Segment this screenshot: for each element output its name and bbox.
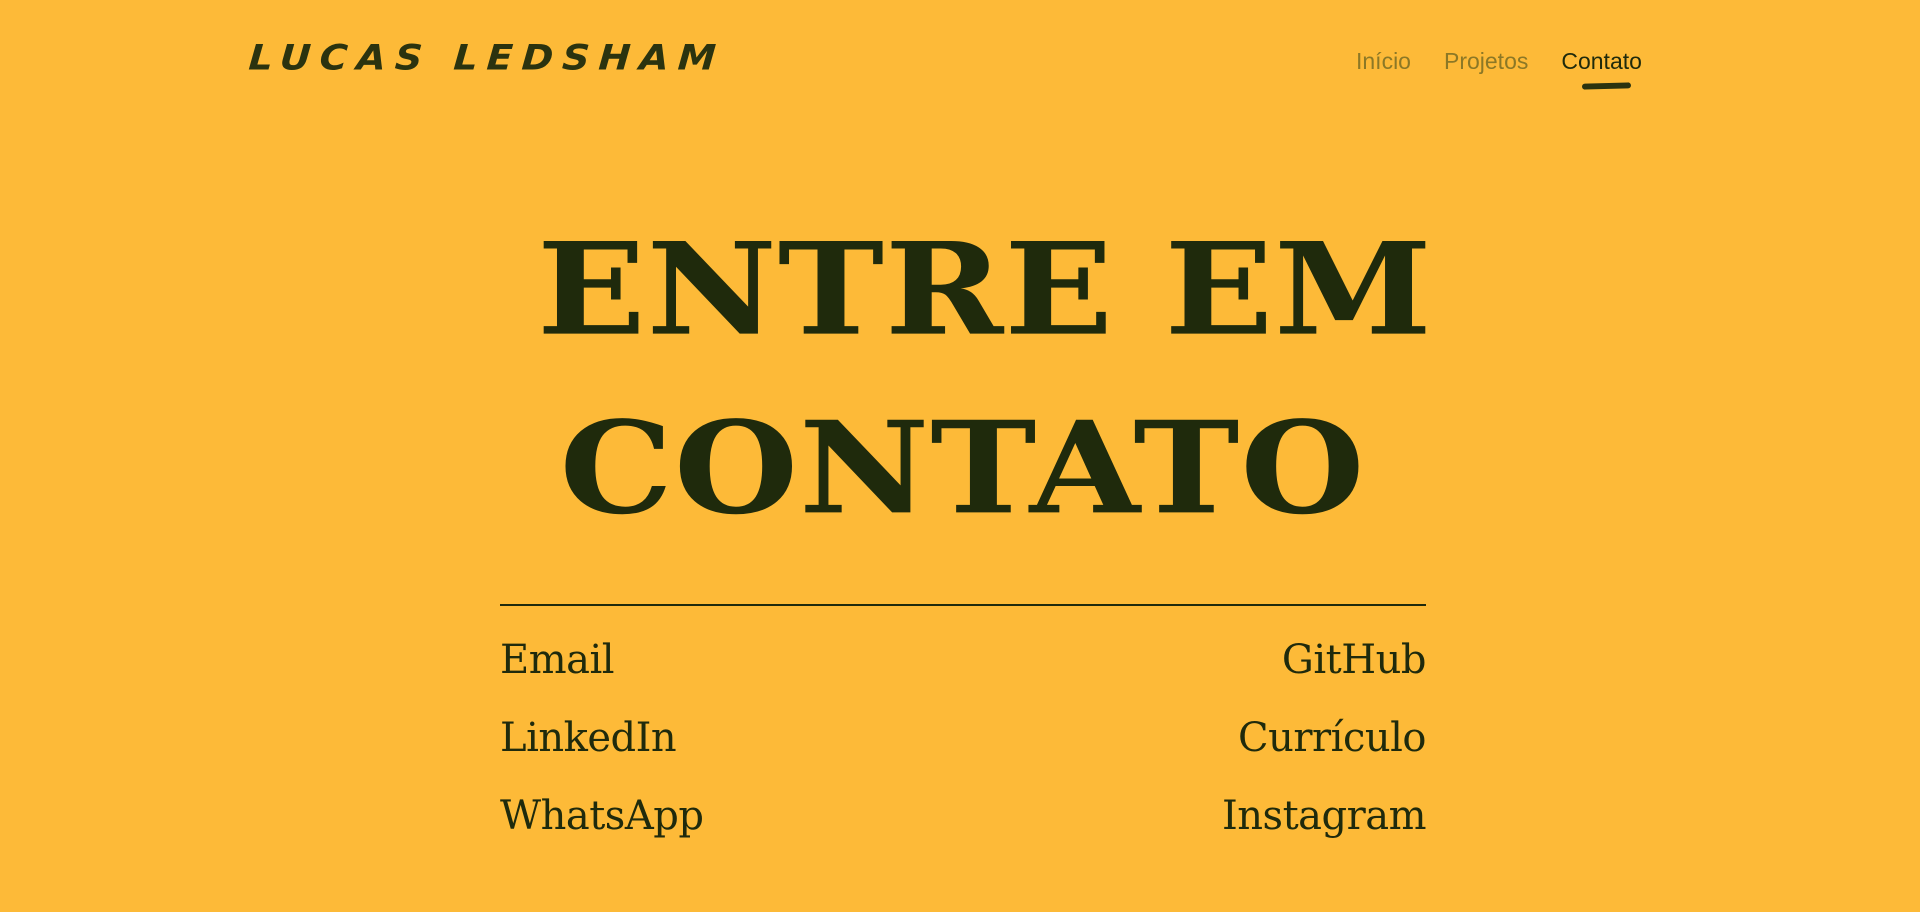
nav-link-projetos[interactable]: Projetos	[1444, 50, 1528, 73]
site-logo[interactable]: LUCAS LEDSHAM	[247, 37, 726, 77]
nav-link-inicio[interactable]: Início	[1356, 50, 1411, 73]
contact-row: LinkedIn Currículo	[500, 718, 1426, 796]
contact-row: Email GitHub	[500, 640, 1427, 718]
active-nav-underline	[1582, 82, 1632, 90]
main-nav: Início Projetos Contato	[1356, 48, 1642, 90]
page-title-line-2: CONTATO	[559, 392, 1366, 543]
site-header: LUCAS LEDSHAM Início Projetos Contato	[0, 0, 1920, 120]
github-link[interactable]: GitHub	[1282, 640, 1427, 680]
page-title: ENTRE EM CONTATO	[537, 200, 1433, 558]
linkedin-link[interactable]: LinkedIn	[500, 718, 677, 758]
curriculo-link[interactable]: Currículo	[1238, 718, 1426, 758]
whatsapp-link[interactable]: WhatsApp	[500, 796, 704, 836]
nav-link-contato[interactable]: Contato	[1561, 48, 1642, 90]
page-title-line-1: ENTRE EM	[537, 213, 1433, 364]
nav-link-contato-label: Contato	[1561, 48, 1642, 74]
email-link[interactable]: Email	[500, 640, 615, 680]
title-divider	[500, 604, 1426, 606]
instagram-link[interactable]: Instagram	[1222, 796, 1427, 836]
contact-links: Email GitHub LinkedIn Currículo WhatsApp…	[500, 640, 1427, 874]
contact-row: WhatsApp Instagram	[500, 796, 1427, 874]
